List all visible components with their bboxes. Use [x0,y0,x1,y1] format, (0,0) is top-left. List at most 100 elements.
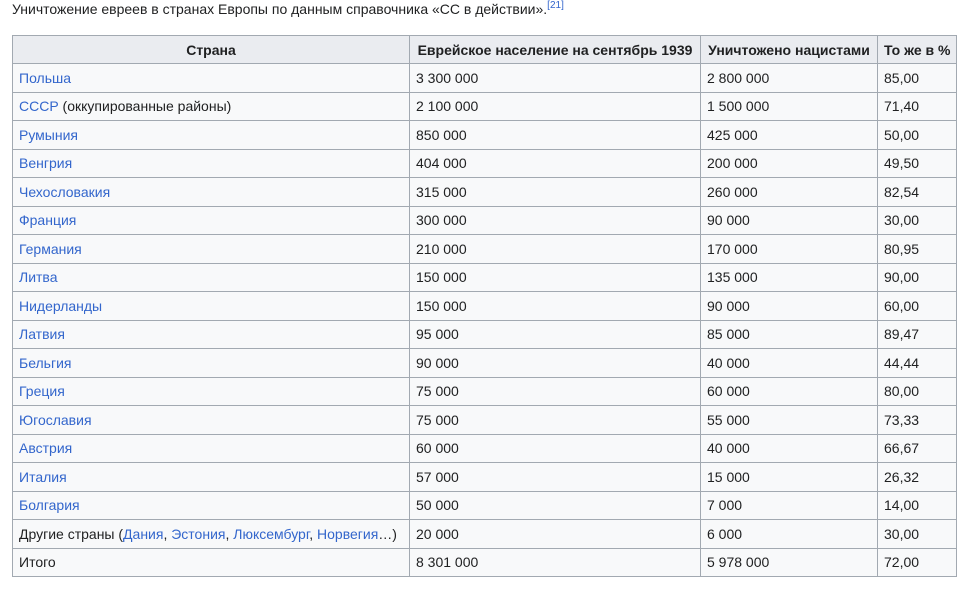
cell-population: 60 000 [409,433,701,463]
cell-country: Бельгия [12,348,410,378]
country-link[interactable]: Нидерланды [19,298,102,314]
country-link[interactable]: СССР [19,98,59,114]
cell-percent: 72,00 [876,547,958,577]
header-percent: То же в % [876,35,958,64]
cell-percent: 30,00 [876,205,958,235]
country-link[interactable]: Греция [19,383,65,399]
cell-percent: 30,00 [876,519,958,549]
cell-killed: 90 000 [700,291,878,321]
table-caption: Уничтожение евреев в странах Европы по д… [12,0,564,20]
cell-country: Австрия [12,433,410,463]
cell-population: 150 000 [409,291,701,321]
cell-percent: 82,54 [876,177,958,207]
table-row: Латвия 95 000 85 000 89,47 [12,319,958,349]
cell-killed: 60 000 [700,376,878,406]
cell-killed: 1 500 000 [700,91,878,121]
header-killed: Уничтожено нацистами [700,35,878,64]
reference-superscript[interactable]: [21] [547,0,564,11]
country-link[interactable]: Польша [19,70,71,86]
cell-population: 57 000 [409,462,701,492]
cell-country: Латвия [12,319,410,349]
cell-percent: 85,00 [876,63,958,93]
table-row-total: Итого 8 301 000 5 978 000 72,00 [12,547,958,577]
cell-killed: 7 000 [700,490,878,520]
cell-killed: 55 000 [700,405,878,435]
cell-percent: 44,44 [876,348,958,378]
cell-country: Польша [12,63,410,93]
table-row: Франция 300 000 90 000 30,00 [12,205,958,235]
cell-population: 75 000 [409,376,701,406]
cell-country: Италия [12,462,410,492]
cell-population: 404 000 [409,148,701,178]
cell-country: Греция [12,376,410,406]
country-link[interactable]: Болгария [19,497,80,513]
cell-percent: 90,00 [876,262,958,292]
cell-country: Венгрия [12,148,410,178]
table-row: Австрия 60 000 40 000 66,67 [12,433,958,463]
table-row: Венгрия 404 000 200 000 49,50 [12,148,958,178]
country-link[interactable]: Италия [19,469,67,485]
other-countries-prefix: Другие страны ( [19,525,124,542]
country-link[interactable]: Германия [19,241,82,257]
cell-country: Франция [12,205,410,235]
country-link[interactable]: Франция [19,212,76,228]
reference-link[interactable]: [21] [547,0,564,11]
cell-percent: 26,32 [876,462,958,492]
cell-population: 315 000 [409,177,701,207]
cell-percent: 73,33 [876,405,958,435]
country-link[interactable]: Люксембург [233,526,309,542]
cell-country: СССР (оккупированные районы) [12,91,410,121]
cell-killed: 135 000 [700,262,878,292]
cell-population: 850 000 [409,120,701,150]
cell-killed: 200 000 [700,148,878,178]
cell-population: 95 000 [409,319,701,349]
country-link[interactable]: Австрия [19,440,72,456]
header-population: Еврейское население на сентябрь 1939 [409,35,701,64]
cell-country: Германия [12,234,410,264]
cell-percent: 89,47 [876,319,958,349]
country-link[interactable]: Литва [19,269,58,285]
country-link[interactable]: Норвегия [317,526,378,542]
cell-population: 8 301 000 [409,547,701,577]
table-header-row: Страна Еврейское население на сентябрь 1… [12,35,958,64]
country-link[interactable]: Латвия [19,326,65,342]
cell-population: 210 000 [409,234,701,264]
table-body: Польша 3 300 000 2 800 000 85,00 СССР (оккуп… [12,63,958,577]
cell-killed: 260 000 [700,177,878,207]
cell-total-label: Итого [12,547,410,577]
table-row-other-countries: Другие страны (Дания, Эстония, Люксембур… [12,519,958,549]
holocaust-statistics-table: Страна Еврейское население на сентябрь 1… [12,35,958,577]
country-link[interactable]: Венгрия [19,155,72,171]
country-link[interactable]: Дания [123,526,163,542]
cell-country: Румыния [12,120,410,150]
table-row: Нидерланды 150 000 90 000 60,00 [12,291,958,321]
country-link[interactable]: Бельгия [19,355,71,371]
cell-population: 90 000 [409,348,701,378]
table-row: Бельгия 90 000 40 000 44,44 [12,348,958,378]
cell-percent: 49,50 [876,148,958,178]
cell-percent: 80,00 [876,376,958,406]
cell-country: Нидерланды [12,291,410,321]
cell-killed: 15 000 [700,462,878,492]
table-row: Греция 75 000 60 000 80,00 [12,376,958,406]
cell-percent: 71,40 [876,91,958,121]
cell-killed: 5 978 000 [700,547,878,577]
table-row: Литва 150 000 135 000 90,00 [12,262,958,292]
cell-percent: 50,00 [876,120,958,150]
cell-killed: 425 000 [700,120,878,150]
country-link[interactable]: Чехословакия [19,184,110,200]
cell-killed: 40 000 [700,433,878,463]
other-countries-suffix: …) [378,525,397,542]
cell-percent: 60,00 [876,291,958,321]
table-row: Чехословакия 315 000 260 000 82,54 [12,177,958,207]
country-link[interactable]: Югославия [19,412,92,428]
cell-killed: 85 000 [700,319,878,349]
cell-killed: 170 000 [700,234,878,264]
country-link[interactable]: Эстония [171,526,225,542]
caption-text: Уничтожение евреев в странах Европы по д… [12,1,548,17]
country-link[interactable]: Румыния [19,127,78,143]
cell-percent: 14,00 [876,490,958,520]
cell-country: Другие страны (Дания, Эстония, Люксембур… [12,519,410,549]
cell-population: 2 100 000 [409,91,701,121]
table-row: Италия 57 000 15 000 26,32 [12,462,958,492]
